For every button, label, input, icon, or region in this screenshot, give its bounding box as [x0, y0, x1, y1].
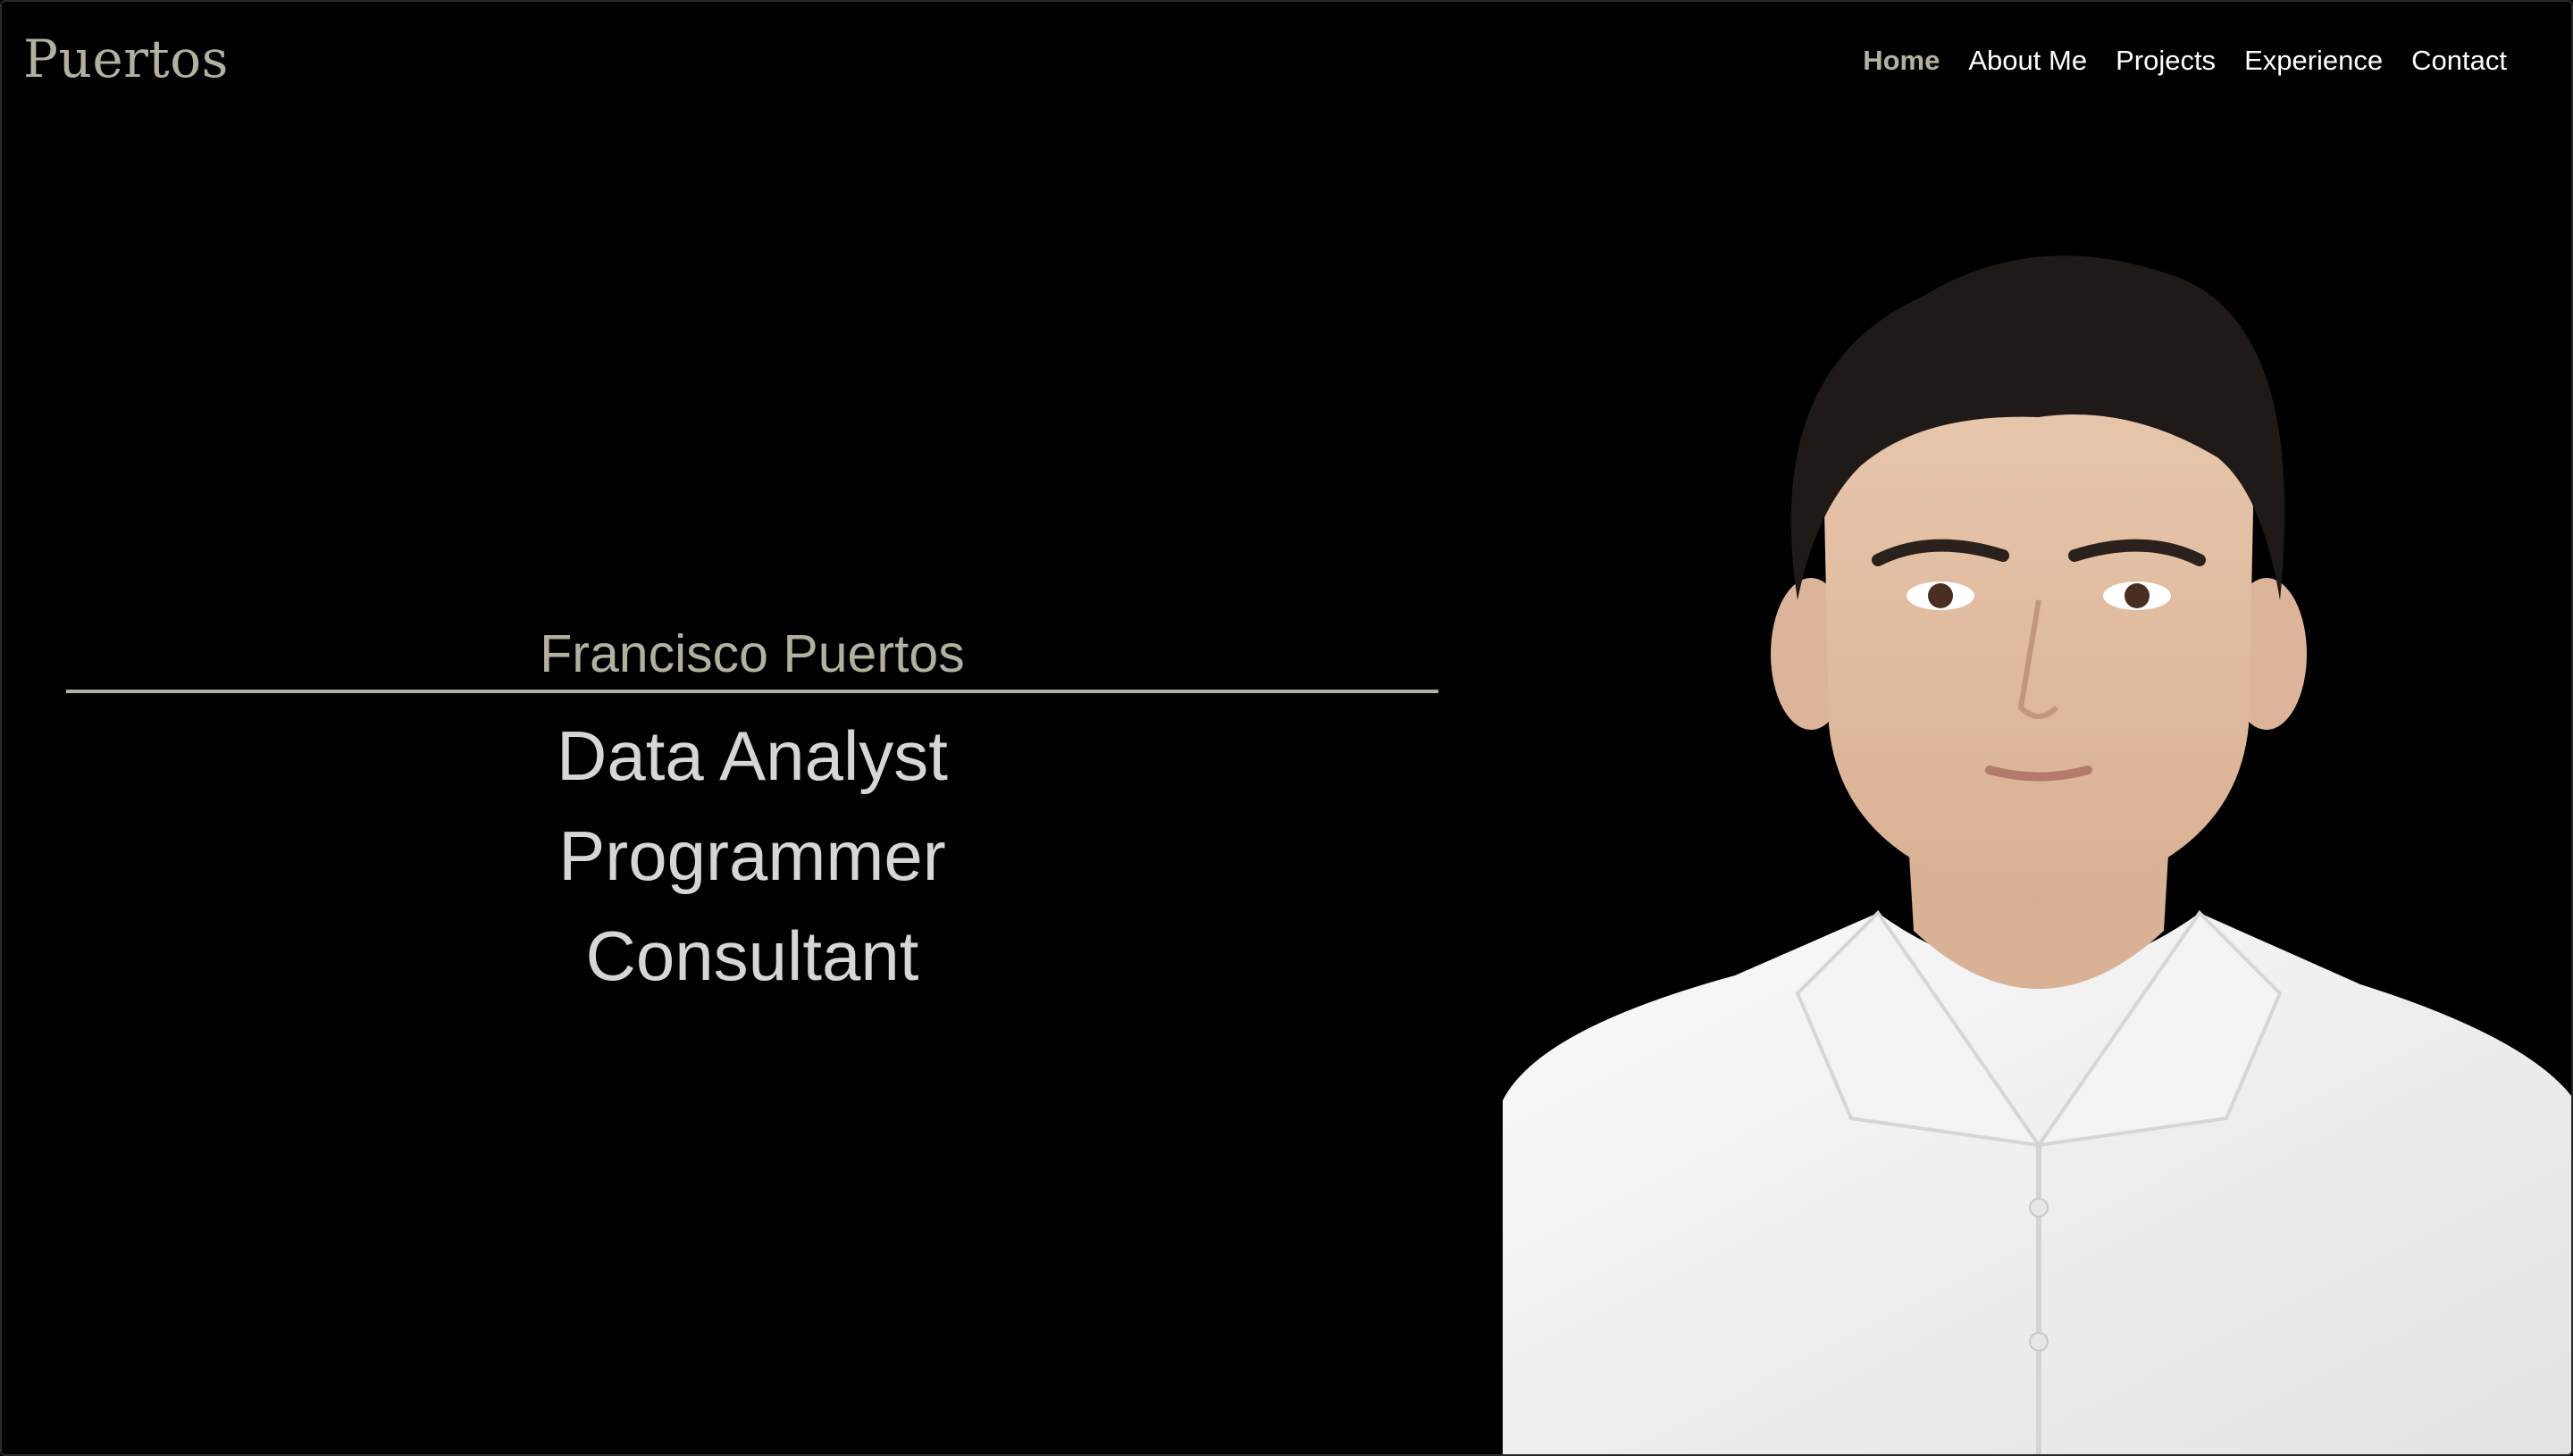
main-nav: Home About Me Projects Experience Contac…	[1863, 45, 2507, 77]
page-frame: Puertos Home About Me Projects Experienc…	[0, 0, 2573, 1456]
hero-intro: Francisco Puertos Data Analyst Programme…	[66, 618, 1438, 1006]
nav-experience[interactable]: Experience	[2244, 45, 2383, 77]
hero-role-1: Data Analyst	[557, 716, 948, 795]
nav-home[interactable]: Home	[1863, 45, 1940, 77]
hero-name: Francisco Puertos	[540, 624, 965, 683]
hero-role-3: Consultant	[585, 916, 919, 995]
hero-role-2: Programmer	[558, 816, 946, 895]
brand-logo[interactable]: Puertos	[23, 29, 229, 89]
portrait-photo	[1503, 255, 2571, 1454]
nav-projects[interactable]: Projects	[2116, 45, 2216, 77]
nav-contact[interactable]: Contact	[2411, 45, 2507, 77]
nav-about-me[interactable]: About Me	[1968, 45, 2087, 77]
hero-divider	[66, 690, 1438, 693]
face	[1824, 377, 2253, 904]
